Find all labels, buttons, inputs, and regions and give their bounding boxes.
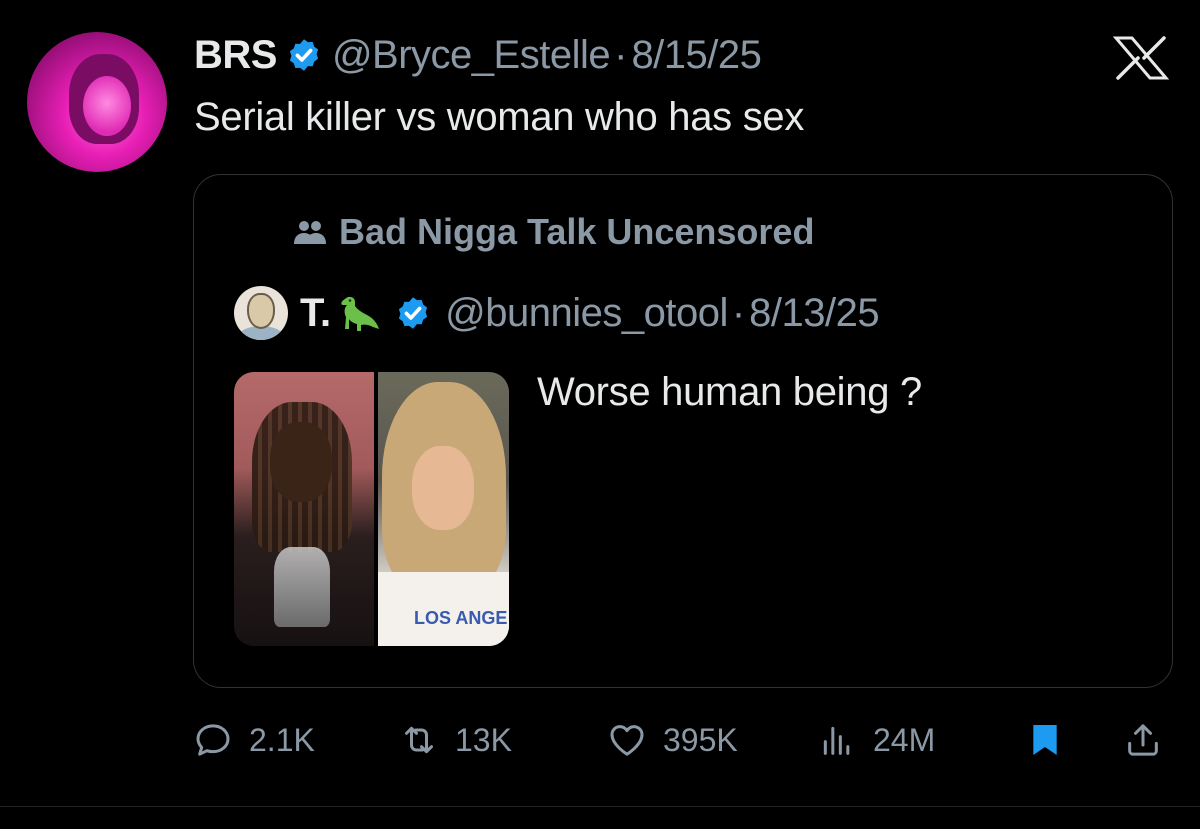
- media-right-photo: LOS ANGE: [378, 372, 509, 646]
- repost-count: 13K: [455, 721, 512, 758]
- tweet-text: Serial killer vs woman who has sex: [194, 95, 805, 139]
- tweet-header: BRS @Bryce_Estelle · 8/15/25: [194, 30, 762, 80]
- like-icon: [610, 725, 644, 756]
- separator-dot: ·: [731, 290, 746, 335]
- repost-icon: [405, 726, 433, 754]
- quoted-author-handle[interactable]: @bunnies_otool: [445, 291, 728, 336]
- separator-dot: ·: [614, 32, 628, 77]
- verified-badge-icon: [399, 297, 428, 329]
- community-icon: [294, 221, 326, 244]
- x-logo-icon[interactable]: [1112, 36, 1170, 80]
- like-count: 395K: [663, 721, 738, 758]
- author-avatar[interactable]: [27, 32, 167, 172]
- bookmark-icon: [1033, 725, 1057, 755]
- divider: [0, 806, 1200, 807]
- reply-count: 2.1K: [249, 721, 315, 758]
- quoted-media[interactable]: LOS ANGE: [234, 372, 509, 646]
- verified-badge-icon: [289, 39, 319, 71]
- quoted-date[interactable]: 8/13/25: [749, 291, 879, 336]
- quoted-text: Worse human being ?: [537, 370, 922, 414]
- share-button[interactable]: [1123, 712, 1163, 768]
- community-name[interactable]: Bad Nigga Talk Uncensored: [339, 211, 814, 253]
- views-icon: [823, 726, 850, 755]
- reply-icon: [196, 724, 230, 756]
- quoted-author-name[interactable]: T.: [300, 291, 331, 336]
- action-bar: 2.1K 13K 395K 24M: [193, 712, 1173, 768]
- author-name[interactable]: BRS: [194, 33, 277, 78]
- dinosaur-emoji-icon: [341, 296, 380, 331]
- repost-button[interactable]: 13K: [399, 712, 512, 768]
- views-count: 24M: [873, 721, 936, 758]
- like-button[interactable]: 395K: [607, 712, 738, 768]
- share-icon: [1128, 724, 1158, 756]
- bookmark-button[interactable]: [1025, 712, 1065, 768]
- reply-button[interactable]: 2.1K: [193, 712, 315, 768]
- shirt-text: LOS ANGE: [414, 608, 508, 628]
- tweet-date[interactable]: 8/15/25: [631, 33, 761, 78]
- author-handle[interactable]: @Bryce_Estelle: [332, 33, 611, 78]
- quoted-avatar[interactable]: [234, 286, 288, 340]
- views-button[interactable]: 24M: [817, 712, 935, 768]
- community-label[interactable]: Bad Nigga Talk Uncensored: [293, 210, 814, 254]
- quoted-header: T. @bunnies_otool · 8/13/25: [234, 286, 880, 340]
- media-left-photo: [234, 372, 374, 646]
